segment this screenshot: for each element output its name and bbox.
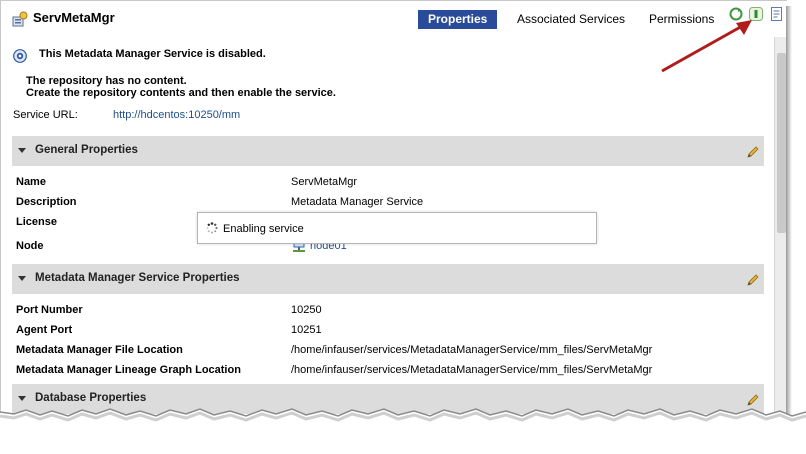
property-label-node: Node xyxy=(16,240,44,252)
tab-properties[interactable]: Properties xyxy=(418,10,498,29)
property-value-lineage-graph-location: /home/infauser/services/MetadataManagerS… xyxy=(291,364,653,376)
service-panel: ServMetaMgr Properties Associated Servic… xyxy=(0,0,787,431)
tab-associated-services[interactable]: Associated Services xyxy=(507,10,635,29)
loading-spinner-icon xyxy=(206,222,218,234)
property-label-license: License xyxy=(16,216,57,228)
collapse-arrow-icon[interactable] xyxy=(18,148,26,153)
frame-shadow xyxy=(786,6,792,418)
property-value-file-location: /home/infauser/services/MetadataManagerS… xyxy=(291,344,653,356)
info-icon xyxy=(13,49,27,63)
section-metadata-manager-service-properties[interactable]: Metadata Manager Service Properties xyxy=(12,264,764,294)
enabling-service-popup: Enabling service xyxy=(197,212,597,244)
property-value-description: Metadata Manager Service xyxy=(291,196,424,208)
status-message-line: The repository has no content. xyxy=(26,75,187,87)
popup-message: Enabling service xyxy=(223,223,304,235)
metadata-manager-service-icon xyxy=(12,11,28,27)
section-title: Metadata Manager Service Properties xyxy=(35,272,240,284)
status-title: This Metadata Manager Service is disable… xyxy=(39,48,266,60)
torn-edge-decoration xyxy=(0,408,806,454)
section-general-properties[interactable]: General Properties xyxy=(12,136,764,166)
property-value-agent-port: 10251 xyxy=(291,324,322,336)
service-url-link[interactable]: http://hdcentos:10250/mm xyxy=(113,109,240,121)
edit-pencil-icon[interactable] xyxy=(745,144,761,160)
log-icon[interactable] xyxy=(770,7,784,21)
property-label-lineage-graph-location: Metadata Manager Lineage Graph Location xyxy=(16,364,241,376)
property-value-name: ServMetaMgr xyxy=(291,176,358,188)
property-label-agent-port: Agent Port xyxy=(16,324,73,336)
property-label-port-number: Port Number xyxy=(16,304,83,316)
edit-pencil-icon[interactable] xyxy=(745,272,761,288)
service-title: ServMetaMgr xyxy=(33,10,115,25)
property-label-name: Name xyxy=(16,176,46,188)
annotation-arrow xyxy=(661,20,752,73)
property-label-description: Description xyxy=(16,196,77,208)
status-message-line: Create the repository contents and then … xyxy=(26,87,336,99)
property-label-file-location: Metadata Manager File Location xyxy=(16,344,183,356)
section-title: General Properties xyxy=(35,144,138,156)
collapse-arrow-icon[interactable] xyxy=(18,276,26,281)
scrollbar-thumb[interactable] xyxy=(777,53,786,233)
service-url-label: Service URL: xyxy=(13,109,78,121)
property-value-port-number: 10250 xyxy=(291,304,322,316)
